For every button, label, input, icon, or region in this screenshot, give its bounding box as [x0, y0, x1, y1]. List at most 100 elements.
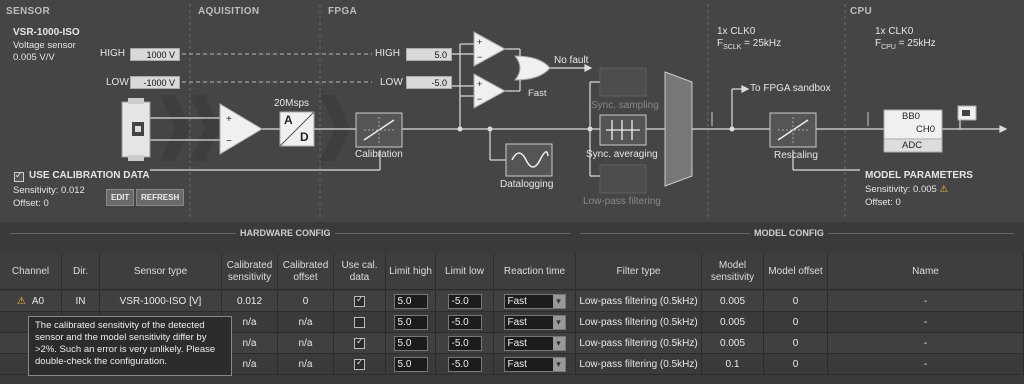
svg-text:+: + [477, 37, 482, 47]
svg-text:−: − [477, 52, 482, 62]
cell-lim-high: 5.0 [386, 291, 436, 312]
use-cal-checkbox[interactable] [354, 336, 365, 349]
cell-filter: Low-pass filtering (0.5kHz) [576, 291, 702, 312]
use-calibration-label: USE CALIBRATION DATA [29, 170, 150, 181]
model-offset: Offset: 0 [865, 197, 901, 208]
cell-sensor: VSR-1000-ISO [V] [100, 291, 222, 312]
cell-reaction: Fast [494, 333, 576, 354]
rescaling-label: Rescaling [774, 150, 818, 161]
cell-model-off: 0 [764, 291, 828, 312]
cell-lim-low: -5.0 [436, 333, 494, 354]
cell-filter: Low-pass filtering (0.5kHz) [576, 354, 702, 375]
cell-lim-high: 5.0 [386, 333, 436, 354]
column-header: Model sensitivity [702, 254, 764, 290]
calibration-sensitivity: Sensitivity: 0.012 [13, 185, 85, 196]
use-cal-checkbox[interactable] [354, 294, 365, 307]
limit-high-input[interactable]: 5.0 [393, 315, 428, 330]
cell-channel: ⚠ A0 [0, 291, 62, 312]
limit-high-input[interactable]: 5.0 [393, 336, 428, 351]
reaction-time-select[interactable]: Fast [503, 315, 566, 330]
use-cal-checkbox[interactable] [354, 317, 365, 328]
limit-low-input[interactable]: -5.0 [447, 336, 482, 351]
svg-text:+: + [226, 114, 232, 125]
column-header: Dir. [62, 254, 100, 290]
cell-dir: IN [62, 291, 100, 312]
svg-text:−: − [477, 94, 482, 104]
svg-text:+: + [477, 79, 482, 89]
model-sensitivity: Sensitivity: 0.005 ⚠ [865, 184, 948, 195]
cell-model-off: 0 [764, 333, 828, 354]
sensor-high-value[interactable]: 1000 V [130, 48, 180, 61]
column-header: Model offset [764, 254, 828, 290]
cell-filter: Low-pass filtering (0.5kHz) [576, 333, 702, 354]
fast-label: Fast [528, 88, 547, 99]
column-header: Calibrated sensitivity [222, 254, 278, 290]
calibration-block-label: Calibration [355, 149, 403, 160]
tooltip: The calibrated sensitivity of the detect… [28, 316, 232, 376]
sync-averaging-label: Sync. averaging [586, 149, 658, 160]
column-header: Limit high [386, 254, 436, 290]
model-parameters-label: MODEL PARAMETERS [865, 170, 973, 181]
cpu-bb: BB0 [902, 111, 920, 122]
cell-model-sens: 0.005 [702, 291, 764, 312]
use-cal-checkbox[interactable] [354, 357, 365, 370]
limit-high-input[interactable]: 5.0 [393, 357, 428, 372]
cell-filter: Low-pass filtering (0.5kHz) [576, 312, 702, 333]
cell-name: - [828, 312, 1024, 333]
hardware-config-label: HARDWARE CONFIG [236, 228, 335, 238]
cell-cal-sens: 0.012 [222, 291, 278, 312]
cell-name: - [828, 354, 1024, 375]
cell-lim-low: -5.0 [436, 354, 494, 375]
cell-reaction: Fast [494, 312, 576, 333]
fpga-low-value[interactable]: -5.0 [406, 76, 452, 89]
fpga-high-label: HIGH [375, 48, 400, 59]
cell-model-sens: 0.005 [702, 333, 764, 354]
cell-model-sens: 0.005 [702, 312, 764, 333]
reaction-time-select[interactable]: Fast [503, 357, 566, 372]
edit-button[interactable]: EDIT [106, 189, 135, 206]
sensor-gain: 0.005 V/V [13, 52, 55, 63]
lowpass-label: Low-pass filtering [583, 196, 661, 207]
sync-sampling-label: Sync. sampling [591, 100, 659, 111]
cell-model-off: 0 [764, 354, 828, 375]
column-header: Calibrated offset [278, 254, 334, 290]
fpga-sampling-freq: FSCLK = 25kHz [717, 38, 782, 51]
column-header: Reaction time [494, 254, 576, 290]
cell-lim-high: 5.0 [386, 312, 436, 333]
cell-model-off: 0 [764, 312, 828, 333]
cell-lim-high: 5.0 [386, 354, 436, 375]
limit-high-input[interactable]: 5.0 [393, 294, 428, 309]
reaction-time-select[interactable]: Fast [503, 336, 566, 351]
cell-model-sens: 0.1 [702, 354, 764, 375]
to-sandbox-label: To FPGA sandbox [750, 83, 831, 94]
cell-name: - [828, 333, 1024, 354]
cell-lim-low: -5.0 [436, 291, 494, 312]
fpga-low-label: LOW [380, 77, 403, 88]
sample-rate: 20Msps [274, 98, 310, 109]
cell-use-cal [334, 354, 386, 375]
svg-text:−: − [226, 136, 232, 147]
cell-lim-low: -5.0 [436, 312, 494, 333]
cpu-adc: ADC [902, 140, 923, 151]
cell-use-cal [334, 291, 386, 312]
sensor-high-label: HIGH [100, 48, 125, 59]
refresh-button[interactable]: REFRESH [136, 189, 185, 206]
config-bar [0, 222, 1024, 254]
cell-name: - [828, 291, 1024, 312]
column-header: Name [828, 254, 1024, 290]
limit-low-input[interactable]: -5.0 [447, 315, 482, 330]
sensor-low-value[interactable]: -1000 V [130, 76, 180, 89]
use-calibration-checkbox[interactable] [14, 170, 24, 182]
signal-chain-diagram: SENSOR AQUISITION FPGA CPU + − + − + − V… [0, 0, 1024, 222]
adc-d: D [300, 130, 309, 144]
fpga-high-value[interactable]: 5.0 [406, 48, 452, 61]
cell-use-cal [334, 333, 386, 354]
limit-low-input[interactable]: -5.0 [447, 357, 482, 372]
reaction-time-select[interactable]: Fast [503, 294, 566, 309]
sensor-type: Voltage sensor [13, 40, 76, 51]
column-header: Filter type [576, 254, 702, 290]
limit-low-input[interactable]: -5.0 [447, 294, 482, 309]
calibration-offset: Offset: 0 [13, 198, 49, 209]
cell-reaction: Fast [494, 291, 576, 312]
table-row[interactable]: ⚠A0INVSR-1000-ISO [V]0.012 0 5.0 -5.0 Fast Lo… [0, 291, 1024, 312]
